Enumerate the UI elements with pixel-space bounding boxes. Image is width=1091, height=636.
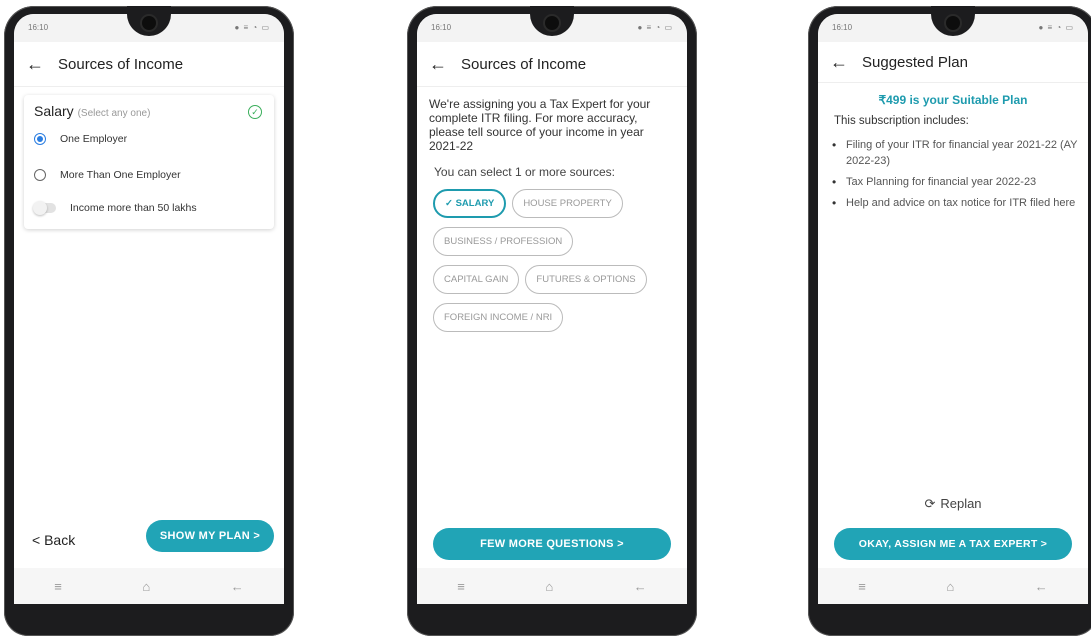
- home-icon[interactable]: ⌂: [946, 579, 954, 594]
- few-more-questions-button[interactable]: FEW MORE QUESTIONS >: [433, 528, 671, 560]
- home-icon[interactable]: ⌂: [142, 579, 150, 594]
- app-bar: ← Sources of Income: [417, 42, 687, 87]
- menu-icon[interactable]: ≡: [54, 579, 62, 594]
- replan-button[interactable]: ⟳ Replan: [818, 496, 1088, 512]
- option-more-than-one-employer[interactable]: More Than One Employer: [34, 157, 264, 193]
- option-label: More Than One Employer: [60, 169, 181, 181]
- option-label: One Employer: [60, 133, 128, 145]
- income-source-chips: ✓ SALARY HOUSE PROPERTY BUSINESS / PROFE…: [417, 179, 687, 332]
- back-nav-icon[interactable]: ←: [634, 579, 647, 594]
- chip-futures-options[interactable]: FUTURES & OPTIONS: [525, 265, 647, 294]
- back-button[interactable]: < Back: [32, 532, 75, 548]
- show-my-plan-button[interactable]: SHOW MY PLAN >: [146, 520, 274, 552]
- home-icon[interactable]: ⌂: [545, 579, 553, 594]
- status-icons: ● ≡ ◔ ▭: [637, 23, 673, 32]
- intro-paragraph: We're assigning you a Tax Expert for you…: [429, 97, 651, 153]
- check-circle-icon: ✓: [248, 105, 262, 119]
- plan-features-list: Filing of your ITR for financial year 20…: [818, 137, 1088, 211]
- refresh-icon: ⟳: [924, 496, 936, 511]
- radio-unselected-icon[interactable]: [34, 169, 46, 181]
- plan-price: ₹499 is your Suitable Plan: [878, 93, 1028, 107]
- chip-business-profession[interactable]: BUSINESS / PROFESSION: [433, 227, 574, 256]
- status-time: 16:10: [431, 23, 452, 32]
- android-nav-bar: ≡ ⌂ ←: [14, 568, 284, 604]
- salary-card: Salary (Select any one) ✓ One Employer M…: [24, 95, 274, 229]
- income-toggle-switch[interactable]: [33, 201, 56, 215]
- radio-selected-icon[interactable]: [34, 133, 46, 145]
- android-nav-bar: ≡ ⌂ ←: [818, 568, 1088, 604]
- back-arrow-icon[interactable]: ←: [26, 54, 44, 75]
- option-one-employer[interactable]: One Employer: [34, 121, 264, 157]
- menu-icon[interactable]: ≡: [457, 579, 465, 594]
- page-title: Suggested Plan: [862, 53, 968, 71]
- includes-heading: This subscription includes:: [834, 115, 969, 127]
- back-nav-icon[interactable]: ←: [1035, 579, 1048, 594]
- screen-sources-of-income-2: 16:10 ● ≡ ◔ ▭ ← Sources of Income We're …: [417, 14, 687, 604]
- chip-house-property[interactable]: HOUSE PROPERTY: [512, 189, 623, 218]
- replan-label: Replan: [940, 496, 982, 511]
- menu-icon[interactable]: ≡: [858, 579, 866, 594]
- phone-3: 16:10 ● ≡ ◔ ▭ ← Suggested Plan ₹499 is y…: [808, 6, 1091, 636]
- phone-1: 16:10 ● ≡ ◔ ▭ ← Sources of Income Salary…: [4, 6, 294, 636]
- salary-label: Salary: [34, 103, 74, 119]
- list-item: Tax Planning for financial year 2022-23: [832, 174, 1080, 190]
- list-item: Filing of your ITR for financial year 20…: [832, 137, 1080, 169]
- chip-foreign-income[interactable]: FOREIGN INCOME / NRI: [433, 303, 564, 332]
- app-bar: ← Suggested Plan: [818, 42, 1088, 83]
- income-toggle-row[interactable]: Income more than 50 lakhs: [33, 193, 264, 223]
- back-arrow-icon[interactable]: ←: [830, 52, 848, 73]
- sources-subhead: You can select 1 or more sources:: [434, 165, 615, 179]
- android-nav-bar: ≡ ⌂ ←: [417, 568, 687, 604]
- screen-sources-of-income-1: 16:10 ● ≡ ◔ ▭ ← Sources of Income Salary…: [14, 14, 284, 604]
- page-title: Sources of Income: [58, 55, 184, 73]
- status-time: 16:10: [832, 23, 853, 32]
- toggle-label: Income more than 50 lakhs: [70, 202, 197, 214]
- chip-salary[interactable]: ✓ SALARY: [433, 189, 507, 218]
- back-arrow-icon[interactable]: ←: [429, 54, 447, 75]
- phone-2: 16:10 ● ≡ ◔ ▭ ← Sources of Income We're …: [407, 6, 697, 636]
- card-title: Salary (Select any one): [34, 103, 264, 119]
- page-title: Sources of Income: [461, 55, 587, 73]
- screen-suggested-plan: 16:10 ● ≡ ◔ ▭ ← Suggested Plan ₹499 is y…: [818, 14, 1088, 604]
- assign-tax-expert-button[interactable]: OKAY, ASSIGN ME A TAX EXPERT >: [834, 528, 1072, 560]
- app-bar: ← Sources of Income: [14, 42, 284, 87]
- list-item: Help and advice on tax notice for ITR fi…: [832, 195, 1080, 211]
- status-icons: ● ≡ ◔ ▭: [1038, 23, 1074, 32]
- status-time: 16:10: [28, 23, 49, 32]
- status-icons: ● ≡ ◔ ▭: [234, 23, 270, 32]
- select-hint: (Select any one): [77, 108, 151, 119]
- chip-capital-gain[interactable]: CAPITAL GAIN: [433, 265, 520, 294]
- back-nav-icon[interactable]: ←: [231, 579, 244, 594]
